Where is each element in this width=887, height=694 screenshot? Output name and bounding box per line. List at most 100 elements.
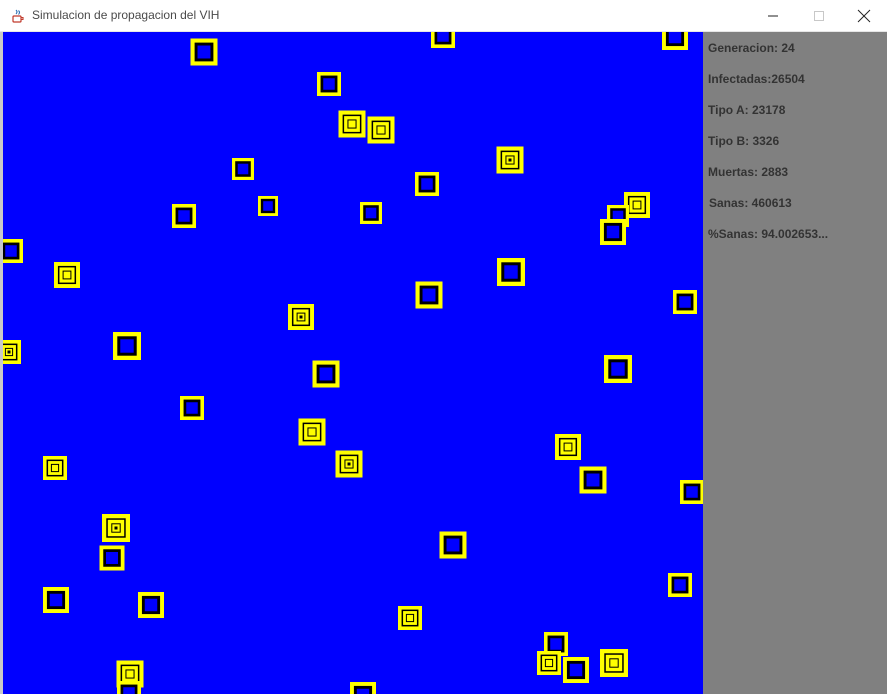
title-bar[interactable]: Simulacion de propagacion del VIH — [0, 0, 887, 32]
cell-7 — [496, 146, 524, 174]
cell-core — [668, 32, 682, 44]
cell-core — [569, 663, 583, 677]
stats-panel: Generacion: 24 Infectadas:26504 Tipo A: … — [703, 32, 887, 694]
cell-core — [237, 163, 249, 175]
simulation-window: Simulacion de propagacion del VIH Genera… — [0, 0, 887, 694]
cell-dot — [508, 158, 512, 162]
dead-count: Muertas: 2883 — [708, 165, 789, 179]
close-button[interactable] — [841, 0, 887, 32]
cell-3 — [662, 32, 688, 50]
cell-core — [679, 296, 691, 308]
maximize-icon — [814, 11, 824, 21]
cell-32 — [680, 480, 703, 504]
cell-5 — [338, 110, 366, 138]
cell-dot — [114, 526, 118, 530]
infected-count: Infectadas:26504 — [708, 72, 805, 86]
cell-15 — [600, 219, 626, 245]
cell-core — [186, 402, 198, 414]
cell-core — [674, 579, 686, 591]
cell-20 — [673, 290, 697, 314]
cell-core — [632, 200, 642, 210]
cell-35 — [439, 531, 467, 559]
cell-31 — [579, 466, 607, 494]
cell-core — [606, 225, 620, 239]
cell-core — [365, 207, 377, 219]
cell-45 — [350, 682, 376, 694]
cell-core — [125, 669, 135, 679]
cell-30 — [43, 456, 67, 480]
cell-core — [347, 119, 357, 129]
cell-33 — [102, 514, 130, 542]
cell-dot — [7, 350, 11, 354]
cell-core — [686, 486, 698, 498]
cell-37 — [668, 573, 692, 597]
cell-43 — [600, 649, 628, 677]
type-a-count: Tipo A: 23178 — [708, 103, 786, 117]
cell-23 — [3, 340, 21, 364]
cell-18 — [497, 258, 525, 286]
cell-core — [421, 178, 433, 190]
close-icon — [857, 9, 871, 23]
minimize-button[interactable] — [750, 0, 796, 32]
cell-17 — [54, 262, 80, 288]
minimize-icon — [768, 15, 778, 17]
cell-38 — [138, 592, 164, 618]
cell-39 — [398, 606, 422, 630]
cell-12 — [360, 202, 382, 224]
cell-core — [197, 45, 211, 59]
cell-core — [446, 538, 460, 552]
healthy-count: Sanas: 460613 — [709, 196, 792, 210]
cell-core — [422, 288, 436, 302]
cell-core — [609, 658, 619, 668]
cell-core — [563, 442, 573, 452]
cell-core — [356, 688, 370, 694]
cell-core — [376, 125, 386, 135]
simulation-grid — [3, 32, 703, 694]
cell-core — [50, 463, 60, 473]
cell-1 — [190, 38, 218, 66]
cell-core — [178, 210, 190, 222]
cell-29 — [555, 434, 581, 460]
cell-16 — [3, 239, 23, 263]
cell-core — [437, 32, 449, 42]
cell-core — [586, 473, 600, 487]
cell-9 — [415, 172, 439, 196]
generation-label: Generacion: 24 — [708, 41, 795, 55]
cell-8 — [232, 158, 254, 180]
maximize-button[interactable] — [796, 0, 842, 32]
type-b-count: Tipo B: 3326 — [708, 134, 780, 148]
cell-core — [62, 270, 72, 280]
cell-28 — [335, 450, 363, 478]
cell-21 — [288, 304, 314, 330]
healthy-percentage: %Sanas: 94.002653... — [708, 227, 829, 241]
cell-24 — [604, 355, 632, 383]
cell-22 — [113, 332, 141, 360]
cell-4 — [317, 72, 341, 96]
cell-41 — [537, 651, 561, 675]
cell-core — [263, 201, 273, 211]
cell-dot — [347, 462, 351, 466]
cell-core — [611, 362, 625, 376]
cell-2 — [431, 32, 455, 48]
cell-10 — [258, 196, 278, 216]
cell-core — [49, 593, 63, 607]
cell-core — [144, 598, 158, 612]
cell-11 — [172, 204, 196, 228]
cell-core — [307, 427, 317, 437]
cell-core — [120, 339, 134, 353]
window-title: Simulacion de propagacion del VIH — [32, 8, 220, 22]
cell-core — [405, 613, 415, 623]
cell-42 — [563, 657, 589, 683]
cell-core — [544, 658, 554, 668]
cell-26 — [180, 396, 204, 420]
cell-27 — [298, 418, 326, 446]
cell-34 — [99, 545, 125, 571]
cell-dot — [299, 315, 303, 319]
cell-46 — [117, 681, 141, 694]
cell-core — [323, 78, 335, 90]
cell-core — [123, 687, 135, 694]
cell-19 — [415, 281, 443, 309]
cell-25 — [312, 360, 340, 388]
cell-36 — [43, 587, 69, 613]
cell-layer — [3, 32, 703, 694]
